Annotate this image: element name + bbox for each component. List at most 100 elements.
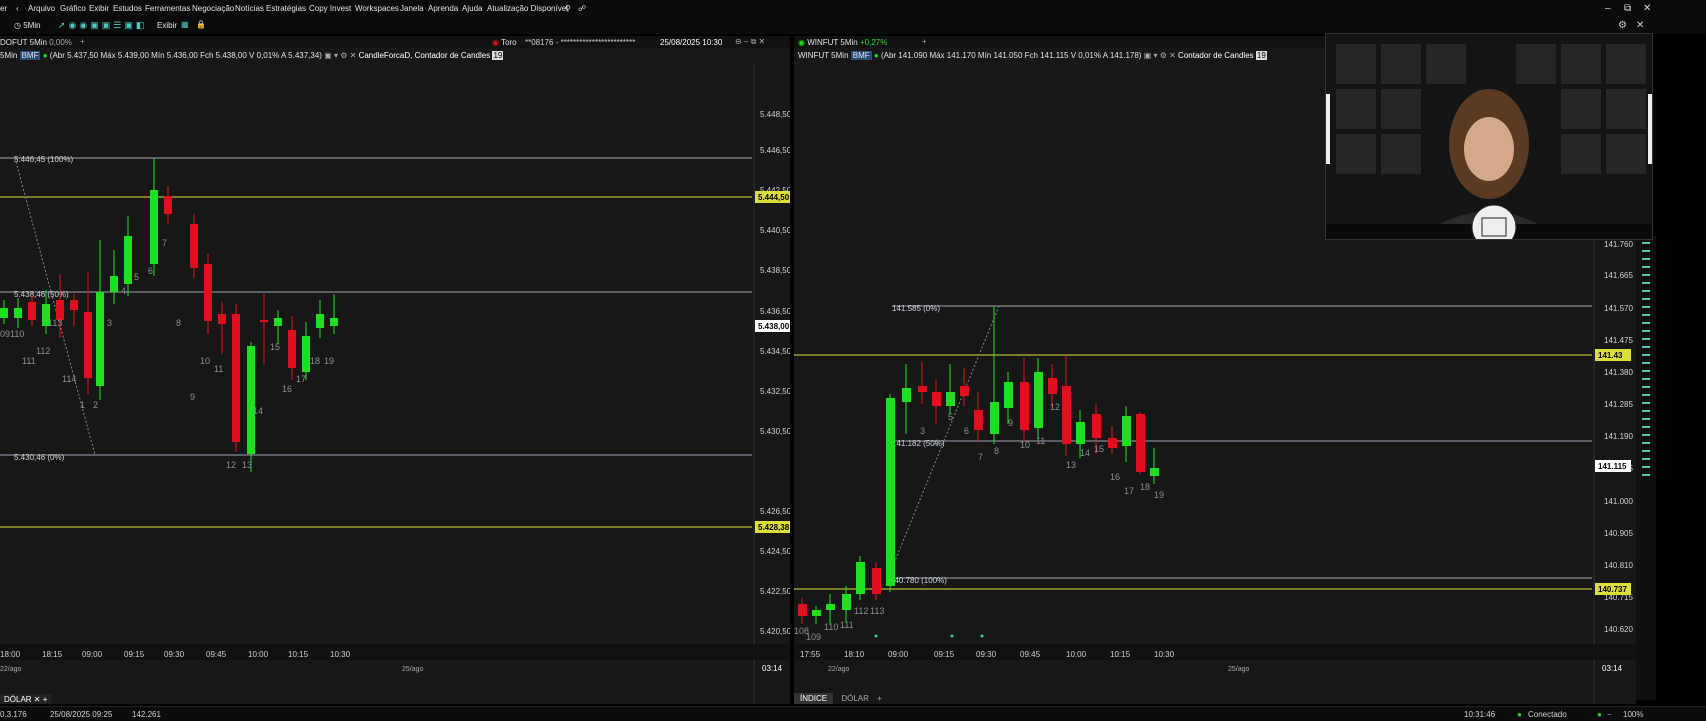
left-time-label: 09:00 — [82, 650, 103, 659]
right-tab-dolar[interactable]: DÓLAR — [835, 693, 875, 704]
gear-icon[interactable]: ⚙ — [1618, 20, 1627, 31]
lock-icon[interactable]: 🔒 — [196, 20, 206, 29]
left-candle-count: 10 — [200, 356, 210, 366]
menu-item-arquivo[interactable]: Arquivo — [28, 4, 55, 13]
right-price-label: 141.190 — [1604, 432, 1633, 441]
right-candle-count: 8 — [994, 446, 999, 456]
menu-item-estrategias[interactable]: Estratégias — [266, 4, 306, 13]
left-price-label: 5.436,50 — [760, 307, 790, 316]
right-candle-body — [932, 392, 941, 406]
right-price-label: 141.380 — [1604, 368, 1633, 377]
menu-item-atualizacao[interactable]: Atualização Disponível — [487, 4, 568, 13]
menu-item-copy-invest[interactable]: Copy Invest — [309, 4, 351, 13]
toolbar: ◷ 5Min ➚◉◉▣▣☰▣◧ Exibir ▦ 🔒 ⚙ ✕ — [0, 17, 1706, 34]
left-candle-count: 9 — [190, 392, 195, 402]
right-candle-body — [918, 386, 927, 392]
right-candle-body — [1004, 382, 1013, 408]
right-candle-count: 3 — [920, 426, 925, 436]
right-candle-body — [1092, 414, 1101, 438]
menu-item-exibir[interactable]: Exibir — [89, 4, 109, 13]
right-symbol-tab[interactable]: ◉ WINFUT 5Min +0,27% — [798, 38, 887, 47]
status-dot-2: ● — [1597, 710, 1602, 719]
exibir-button[interactable]: Exibir — [157, 21, 177, 30]
menu-item-ajuda[interactable]: Ajuda — [462, 4, 482, 13]
right-candle-count: 112 — [854, 606, 868, 616]
menu-item-noticias[interactable]: Notícias — [235, 4, 264, 13]
minimize-icon[interactable]: – — [1605, 3, 1611, 14]
right-header-controls[interactable]: ▣ ▾ ⚙ ✕ — [1144, 51, 1176, 60]
right-add-tab-icon[interactable]: + — [922, 37, 927, 46]
drawing-toolbar[interactable] — [1636, 236, 1656, 700]
left-bottom-tab[interactable]: DÓLAR ✕ + — [0, 694, 52, 704]
left-chart-header: 5Min BMF ● (Abr 5.437,50 Máx 5.439,00 Mí… — [0, 51, 504, 60]
left-price-label: 5.432,50 — [760, 387, 790, 396]
status-connection: Conectado — [1528, 710, 1567, 719]
right-add-bottom-tab[interactable]: + — [877, 694, 882, 703]
chart-tools-icons[interactable]: ➚◉◉▣▣☰▣◧ — [58, 20, 147, 31]
left-plot-bg — [0, 64, 790, 704]
menu-item-estudos[interactable]: Estudos — [113, 4, 142, 13]
left-candle-count: 8 — [176, 318, 181, 328]
window-minimize-icon[interactable]: ⊖ – ⧉ ✕ — [735, 37, 765, 47]
restore-icon[interactable]: ⧉ — [1624, 3, 1631, 14]
back-icon[interactable]: ‹ — [16, 4, 19, 13]
left-candle-count: 11 — [214, 364, 223, 374]
left-candle-count: 15 — [270, 342, 280, 352]
menu-item-er[interactable]: er — [0, 4, 7, 13]
right-ohlc: (Abr 141.090 Máx 141.170 Mín 141.050 Fch… — [880, 51, 1142, 60]
menu-item-janela[interactable]: Janela — [400, 4, 424, 13]
left-badge-high: 5.444,50 — [758, 193, 790, 202]
right-candle-count: 5 — [948, 412, 953, 422]
left-time-label: 10:15 — [288, 650, 309, 659]
left-time-label: 10:30 — [330, 650, 351, 659]
share-icon[interactable]: ☍ — [578, 4, 586, 13]
right-time-label: 10:00 — [1066, 650, 1087, 659]
right-date-left: 22/ago — [828, 666, 850, 673]
left-candle-count: 1 — [80, 400, 85, 410]
menu-item-grafico[interactable]: Gráfico — [60, 4, 86, 13]
timeframe-label: 5Min — [23, 21, 41, 30]
left-candle-count: 09 — [0, 329, 10, 339]
menu-bar: er ‹ Arquivo Gráfico Exibir Estudos Ferr… — [0, 0, 1706, 17]
search-icon[interactable]: ⚲ — [565, 4, 571, 13]
broker-label: ◉ Toro — [492, 38, 517, 47]
right-price-label: 141.760 — [1604, 240, 1633, 249]
left-price-label: 5.424,50 — [760, 547, 790, 556]
menu-item-aprenda[interactable]: Aprenda — [428, 4, 458, 13]
left-exchange-badge: BMF — [19, 51, 41, 60]
menu-item-negociacao[interactable]: Negociação — [192, 4, 234, 13]
right-exchange-badge: BMF — [850, 51, 872, 60]
left-candle-count: 19 — [324, 356, 334, 366]
left-candle-count: 111 — [22, 356, 36, 366]
left-candle-count: 114 — [62, 374, 76, 384]
left-time-label: 18:15 — [42, 650, 63, 659]
left-fib-0: 5.430,46 (0%) — [14, 453, 65, 462]
add-tab-icon[interactable]: + — [80, 37, 85, 46]
left-candle-body — [0, 308, 8, 318]
menu-item-workspaces[interactable]: Workspaces — [355, 4, 399, 13]
left-candle-count: 3 — [107, 318, 112, 328]
grid-icon[interactable]: ▦ — [181, 20, 189, 29]
menu-item-ferramentas[interactable]: Ferramentas — [145, 4, 190, 13]
right-candle-body — [1136, 414, 1145, 472]
left-candle-body — [274, 318, 282, 326]
right-candle-body — [1020, 382, 1029, 430]
left-header-controls[interactable]: ▣ ▾ ⚙ ✕ — [324, 51, 356, 60]
left-candlestick-chart[interactable]: 5.448,505.446,505.442,505.440,505.438,50… — [0, 64, 790, 704]
left-candle-body — [150, 190, 158, 264]
left-tab-dolar: DÓLAR — [4, 695, 32, 704]
right-time-label: 18:10 — [844, 650, 865, 659]
zoom-minus[interactable]: − — [1607, 710, 1612, 719]
close-icon[interactable]: ✕ — [1643, 3, 1651, 14]
close-panel-icon[interactable]: ✕ — [1636, 20, 1644, 31]
left-candle-body — [28, 302, 36, 320]
left-candle-count: 7 — [162, 238, 167, 248]
right-time-label: 09:30 — [976, 650, 997, 659]
status-zoom[interactable]: 100% — [1623, 710, 1643, 719]
right-candle-count: 109 — [806, 632, 821, 642]
right-tab-indice[interactable]: ÍNDICE — [794, 693, 834, 704]
status-datetime: 25/08/2025 09:25 — [50, 710, 113, 719]
left-time-label: 09:30 — [164, 650, 185, 659]
timeframe-selector[interactable]: ◷ 5Min — [14, 21, 41, 30]
left-symbol-tab[interactable]: DOFUT 5Min 0,00% — [0, 38, 72, 47]
